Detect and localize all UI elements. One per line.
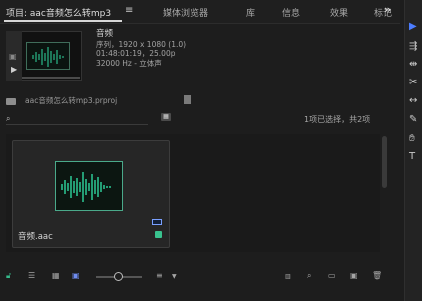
item-thumbnail — [55, 161, 123, 211]
preview-scrubber[interactable] — [22, 77, 80, 79]
track-select-icon[interactable]: ⇶ — [409, 42, 417, 52]
sort-icons-icon[interactable]: ≡ — [156, 271, 163, 280]
audio-usage-icon — [152, 219, 162, 225]
clip-name: 音频 — [96, 29, 114, 39]
slip-icon[interactable]: ↔ — [409, 96, 417, 106]
pen-icon[interactable]: ✎ — [409, 115, 417, 125]
clip-audio: 32000 Hz - 立体声 — [96, 58, 162, 68]
type-icon[interactable]: T — [409, 152, 415, 162]
waveform-icon — [61, 172, 111, 202]
freeform-view-icon[interactable]: ▣ — [72, 271, 80, 280]
list-view-icon[interactable]: ☰ — [28, 271, 35, 280]
clip-info: 音频 序列，1920 x 1080 (1.0) 01:48:01:19，25.0… — [96, 29, 187, 68]
ripple-edit-icon[interactable]: ⇹ — [409, 60, 417, 70]
tab-media-browser[interactable]: 媒体浏览器 — [163, 6, 208, 19]
more-tabs-icon[interactable]: » — [384, 3, 391, 16]
search-input[interactable] — [6, 111, 148, 125]
icon-view-icon[interactable]: ▦ — [52, 271, 60, 280]
trash-icon[interactable]: 🗑︎ — [372, 271, 382, 280]
tab-info[interactable]: 信息 — [282, 6, 300, 19]
preview-waveform — [26, 42, 70, 70]
bin-search-icon[interactable]: ▦ — [161, 113, 171, 121]
lock-icon[interactable]: 🔓︎ — [6, 271, 11, 281]
clip-timecode: 01:48:01:19，25.00p — [96, 49, 176, 58]
project-file-name: aac音频怎么转mp3.prproj — [25, 96, 118, 105]
razor-icon[interactable]: ✂ — [409, 78, 417, 88]
play-icon[interactable]: ▶ — [11, 65, 17, 74]
active-tab-underline — [4, 20, 122, 22]
chevron-down-icon[interactable]: ▼ — [172, 273, 177, 280]
folder-icon — [6, 97, 16, 105]
hand-icon[interactable]: ✋︎ — [409, 134, 415, 144]
selection-tool-icon[interactable]: ▶ — [409, 22, 417, 32]
new-bin-from-file-icon[interactable] — [184, 95, 191, 104]
find-icon[interactable]: ⌕ — [307, 271, 311, 281]
project-path: aac音频怎么转mp3.prproj — [6, 95, 117, 106]
clip-type: 序列，1920 x 1080 (1.0) — [96, 39, 187, 49]
poster-frame-icon[interactable]: ▣ — [9, 52, 17, 61]
vertical-scrollbar[interactable] — [382, 136, 387, 188]
tab-project[interactable]: 项目: aac音频怎么转mp3 — [6, 6, 111, 19]
automate-to-sequence-icon[interactable]: ▥ — [285, 273, 291, 280]
selection-status: 1项已选择，共2项 — [304, 115, 371, 124]
waveform-icon — [32, 47, 64, 67]
panel-tab-bar: 项目: aac音频怎么转mp3 ≡ 媒体浏览器 库 信息 效果 标记 » — [0, 0, 400, 24]
new-bin-icon[interactable]: ▭ — [328, 271, 336, 280]
tab-library[interactable]: 库 — [246, 6, 255, 19]
tab-effects[interactable]: 效果 — [330, 6, 348, 19]
label-color-swatch[interactable] — [155, 231, 162, 238]
new-item-icon[interactable]: ▣ — [350, 271, 358, 280]
panel-menu-icon[interactable]: ≡ — [125, 5, 133, 16]
item-label: 音频.aac — [18, 232, 53, 242]
zoom-slider-handle[interactable] — [114, 272, 123, 281]
